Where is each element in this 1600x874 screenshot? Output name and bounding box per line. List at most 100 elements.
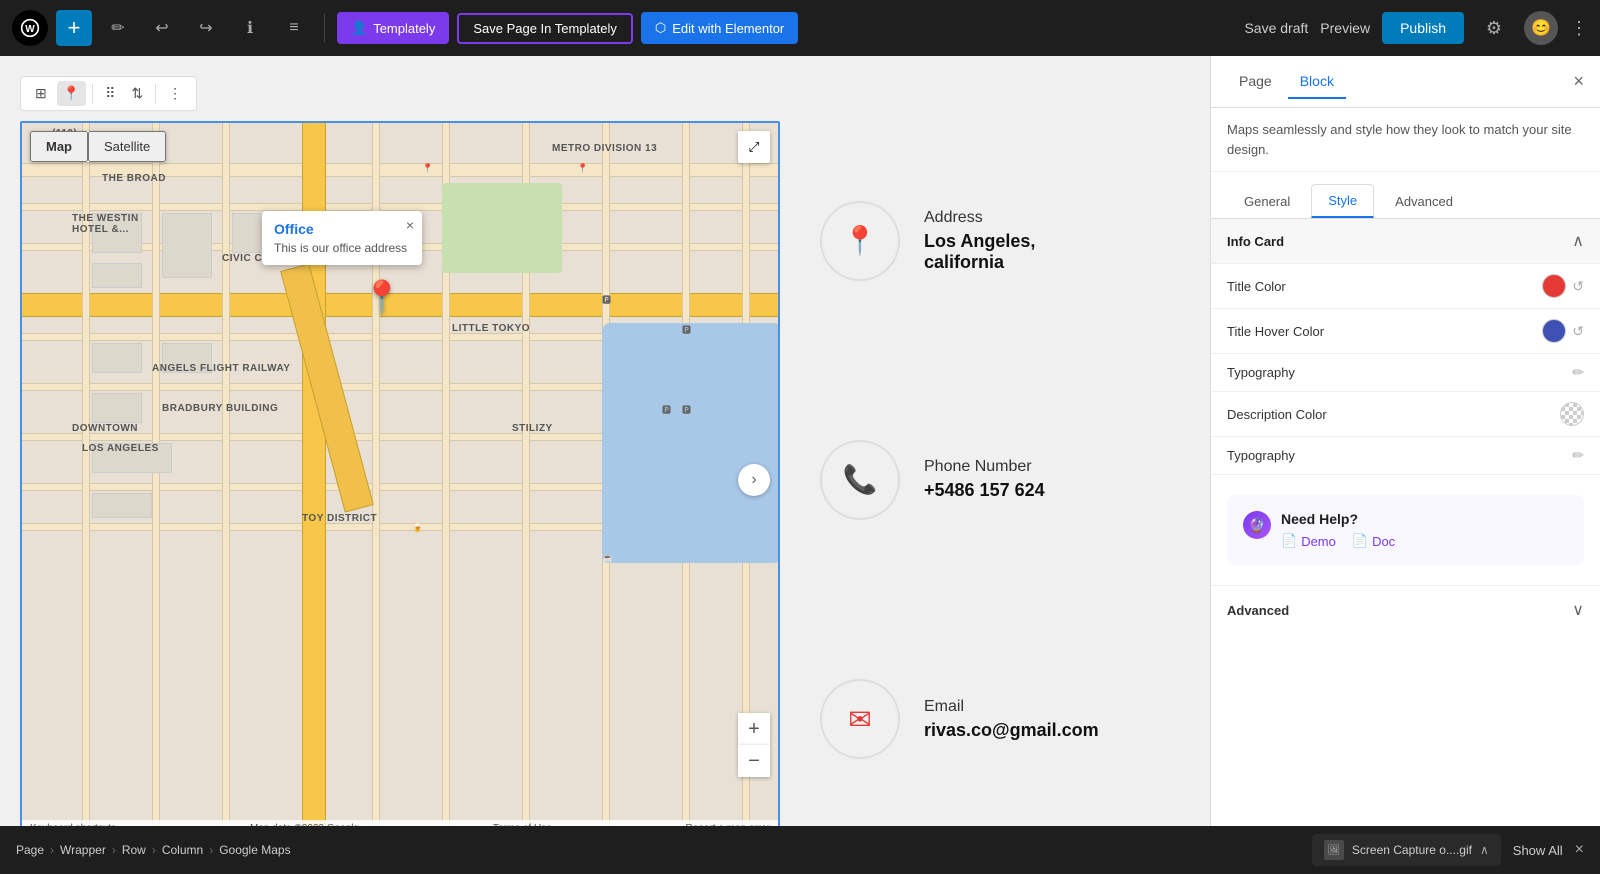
map-zoom-out-button[interactable]: −	[738, 745, 770, 777]
typography-edit-icon-1[interactable]: ✏	[1572, 364, 1584, 381]
breadcrumb-sep-1: ›	[50, 843, 54, 857]
bottom-right: 🖼 Screen Capture o....gif ∧ Show All ×	[1312, 834, 1584, 866]
save-draft-button[interactable]: Save draft	[1244, 20, 1308, 36]
panel-tab-page[interactable]: Page	[1227, 65, 1284, 99]
title-hover-color-swatch[interactable]	[1542, 319, 1566, 343]
section-chevron-icon: ∧	[1572, 231, 1584, 251]
save-templately-button[interactable]: Save Page In Templately	[457, 13, 633, 44]
map-tab-map[interactable]: Map	[30, 131, 88, 162]
breadcrumb-column[interactable]: Column	[162, 843, 203, 857]
block-arrows-button[interactable]: ⇅	[125, 81, 149, 106]
elementor-label: Edit with Elementor	[672, 21, 784, 36]
style-tab-general[interactable]: General	[1227, 184, 1307, 218]
typography-control-2: ✏	[1572, 447, 1584, 464]
main-layout: ⊞ 📍 ⠿ ⇅ ⋮	[0, 56, 1600, 874]
title-hover-color-label: Title Hover Color	[1227, 324, 1324, 339]
typography-label-2: Typography	[1227, 448, 1295, 463]
block-more-button[interactable]: ⋮	[162, 81, 188, 106]
help-section: 🔮 Need Help? 📄 Demo 📄 Doc	[1227, 495, 1584, 565]
advanced-label: Advanced	[1227, 603, 1289, 618]
typography-row-2: Typography ✏	[1211, 437, 1600, 475]
toolbar: W + ✏ ↩ ↪ ℹ ≡ 👤 Templately Save Page In …	[0, 0, 1600, 56]
panel-content: Info Card ∧ Title Color ↺ Title Hover Co…	[1211, 219, 1600, 874]
description-color-swatch[interactable]	[1560, 402, 1584, 426]
help-icon-inner: 🔮	[1248, 517, 1265, 534]
style-tab-style[interactable]: Style	[1311, 184, 1374, 218]
description-color-control	[1560, 402, 1584, 426]
demo-link[interactable]: 📄 Demo	[1281, 533, 1336, 549]
user-avatar-button[interactable]: 😊	[1524, 11, 1558, 45]
breadcrumb: Page › Wrapper › Row › Column › Google M…	[16, 843, 291, 857]
content-area: Metro Division 13 Civic C... The Broad D…	[20, 121, 1190, 839]
map-pin: 📍	[362, 278, 402, 316]
publish-button[interactable]: Publish	[1382, 12, 1464, 44]
email-content: Email rivas.co@gmail.com	[924, 698, 1099, 741]
breadcrumb-page[interactable]: Page	[16, 843, 44, 857]
settings-button[interactable]: ⚙	[1476, 10, 1512, 46]
edit-icon-button[interactable]: ✏	[100, 10, 136, 46]
right-panel: Page Block × Maps seamlessly and style h…	[1210, 56, 1600, 874]
address-content: Address Los Angeles,california	[924, 209, 1035, 273]
panel-close-button[interactable]: ×	[1573, 71, 1584, 92]
block-map-button[interactable]: 📍	[57, 81, 86, 106]
block-controls-separator-2	[155, 84, 156, 104]
doc-link[interactable]: 📄 Doc	[1352, 533, 1395, 549]
map-section: Metro Division 13 Civic C... The Broad D…	[20, 121, 780, 839]
title-color-row: Title Color ↺	[1211, 264, 1600, 309]
description-color-label: Description Color	[1227, 407, 1327, 422]
style-tab-advanced[interactable]: Advanced	[1378, 184, 1470, 218]
breadcrumb-row[interactable]: Row	[122, 843, 146, 857]
title-color-swatch[interactable]	[1542, 274, 1566, 298]
info-button[interactable]: ℹ	[232, 10, 268, 46]
phone-card: 📞 Phone Number +5486 157 624	[820, 440, 1150, 520]
templately-button[interactable]: 👤 Templately	[337, 12, 449, 44]
map-expand-button[interactable]: ⤢	[738, 131, 770, 163]
capture-label: Screen Capture o....gif	[1352, 843, 1472, 857]
show-all-button[interactable]: Show All	[1513, 843, 1563, 858]
title-color-reset-icon[interactable]: ↺	[1572, 278, 1584, 295]
map-tab-satellite[interactable]: Satellite	[88, 131, 166, 162]
edit-elementor-button[interactable]: ⬡ Edit with Elementor	[641, 12, 798, 44]
toolbar-separator	[324, 14, 325, 42]
info-card-section-header[interactable]: Info Card ∧	[1211, 219, 1600, 264]
typography-control-1: ✏	[1572, 364, 1584, 381]
advanced-section[interactable]: Advanced ∨	[1211, 585, 1600, 634]
list-view-button[interactable]: ≡	[276, 10, 312, 46]
advanced-chevron-icon: ∨	[1572, 600, 1584, 620]
block-move-button[interactable]: ⠿	[99, 81, 121, 106]
map-popup-title: Office	[274, 221, 410, 237]
email-value: rivas.co@gmail.com	[924, 720, 1099, 741]
doc-label: Doc	[1372, 534, 1395, 549]
address-label: Address	[924, 209, 1035, 227]
title-color-control: ↺	[1542, 274, 1584, 298]
typography-edit-icon-2[interactable]: ✏	[1572, 447, 1584, 464]
screen-capture-item: 🖼 Screen Capture o....gif ∧	[1312, 834, 1501, 866]
redo-button[interactable]: ↪	[188, 10, 224, 46]
map-zoom-in-button[interactable]: +	[738, 713, 770, 745]
breadcrumb-wrapper[interactable]: Wrapper	[60, 843, 106, 857]
address-icon: 📍	[843, 224, 878, 257]
email-icon-circle: ✉	[820, 679, 900, 759]
more-options-button[interactable]: ⋮	[1570, 18, 1588, 39]
bottom-bar: Page › Wrapper › Row › Column › Google M…	[0, 826, 1600, 874]
block-layout-button[interactable]: ⊞	[29, 81, 53, 106]
preview-button[interactable]: Preview	[1320, 20, 1370, 36]
title-hover-color-control: ↺	[1542, 319, 1584, 343]
title-hover-color-row: Title Hover Color ↺	[1211, 309, 1600, 354]
title-hover-color-reset-icon[interactable]: ↺	[1572, 323, 1584, 340]
map-nav-button[interactable]: ›	[738, 464, 770, 496]
capture-chevron-icon: ∧	[1480, 843, 1489, 857]
panel-tab-block[interactable]: Block	[1288, 65, 1346, 99]
capture-thumbnail: 🖼	[1324, 840, 1344, 860]
bottom-close-button[interactable]: ×	[1575, 841, 1584, 859]
help-content: Need Help? 📄 Demo 📄 Doc	[1281, 511, 1568, 549]
address-icon-circle: 📍	[820, 201, 900, 281]
help-title: Need Help?	[1281, 511, 1568, 527]
breadcrumb-google-maps[interactable]: Google Maps	[219, 843, 290, 857]
templately-icon: 👤	[351, 20, 367, 36]
wp-logo: W	[12, 10, 48, 46]
add-block-button[interactable]: +	[56, 10, 92, 46]
undo-button[interactable]: ↩	[144, 10, 180, 46]
breadcrumb-sep-4: ›	[209, 843, 213, 857]
map-popup-close[interactable]: ×	[406, 217, 414, 233]
